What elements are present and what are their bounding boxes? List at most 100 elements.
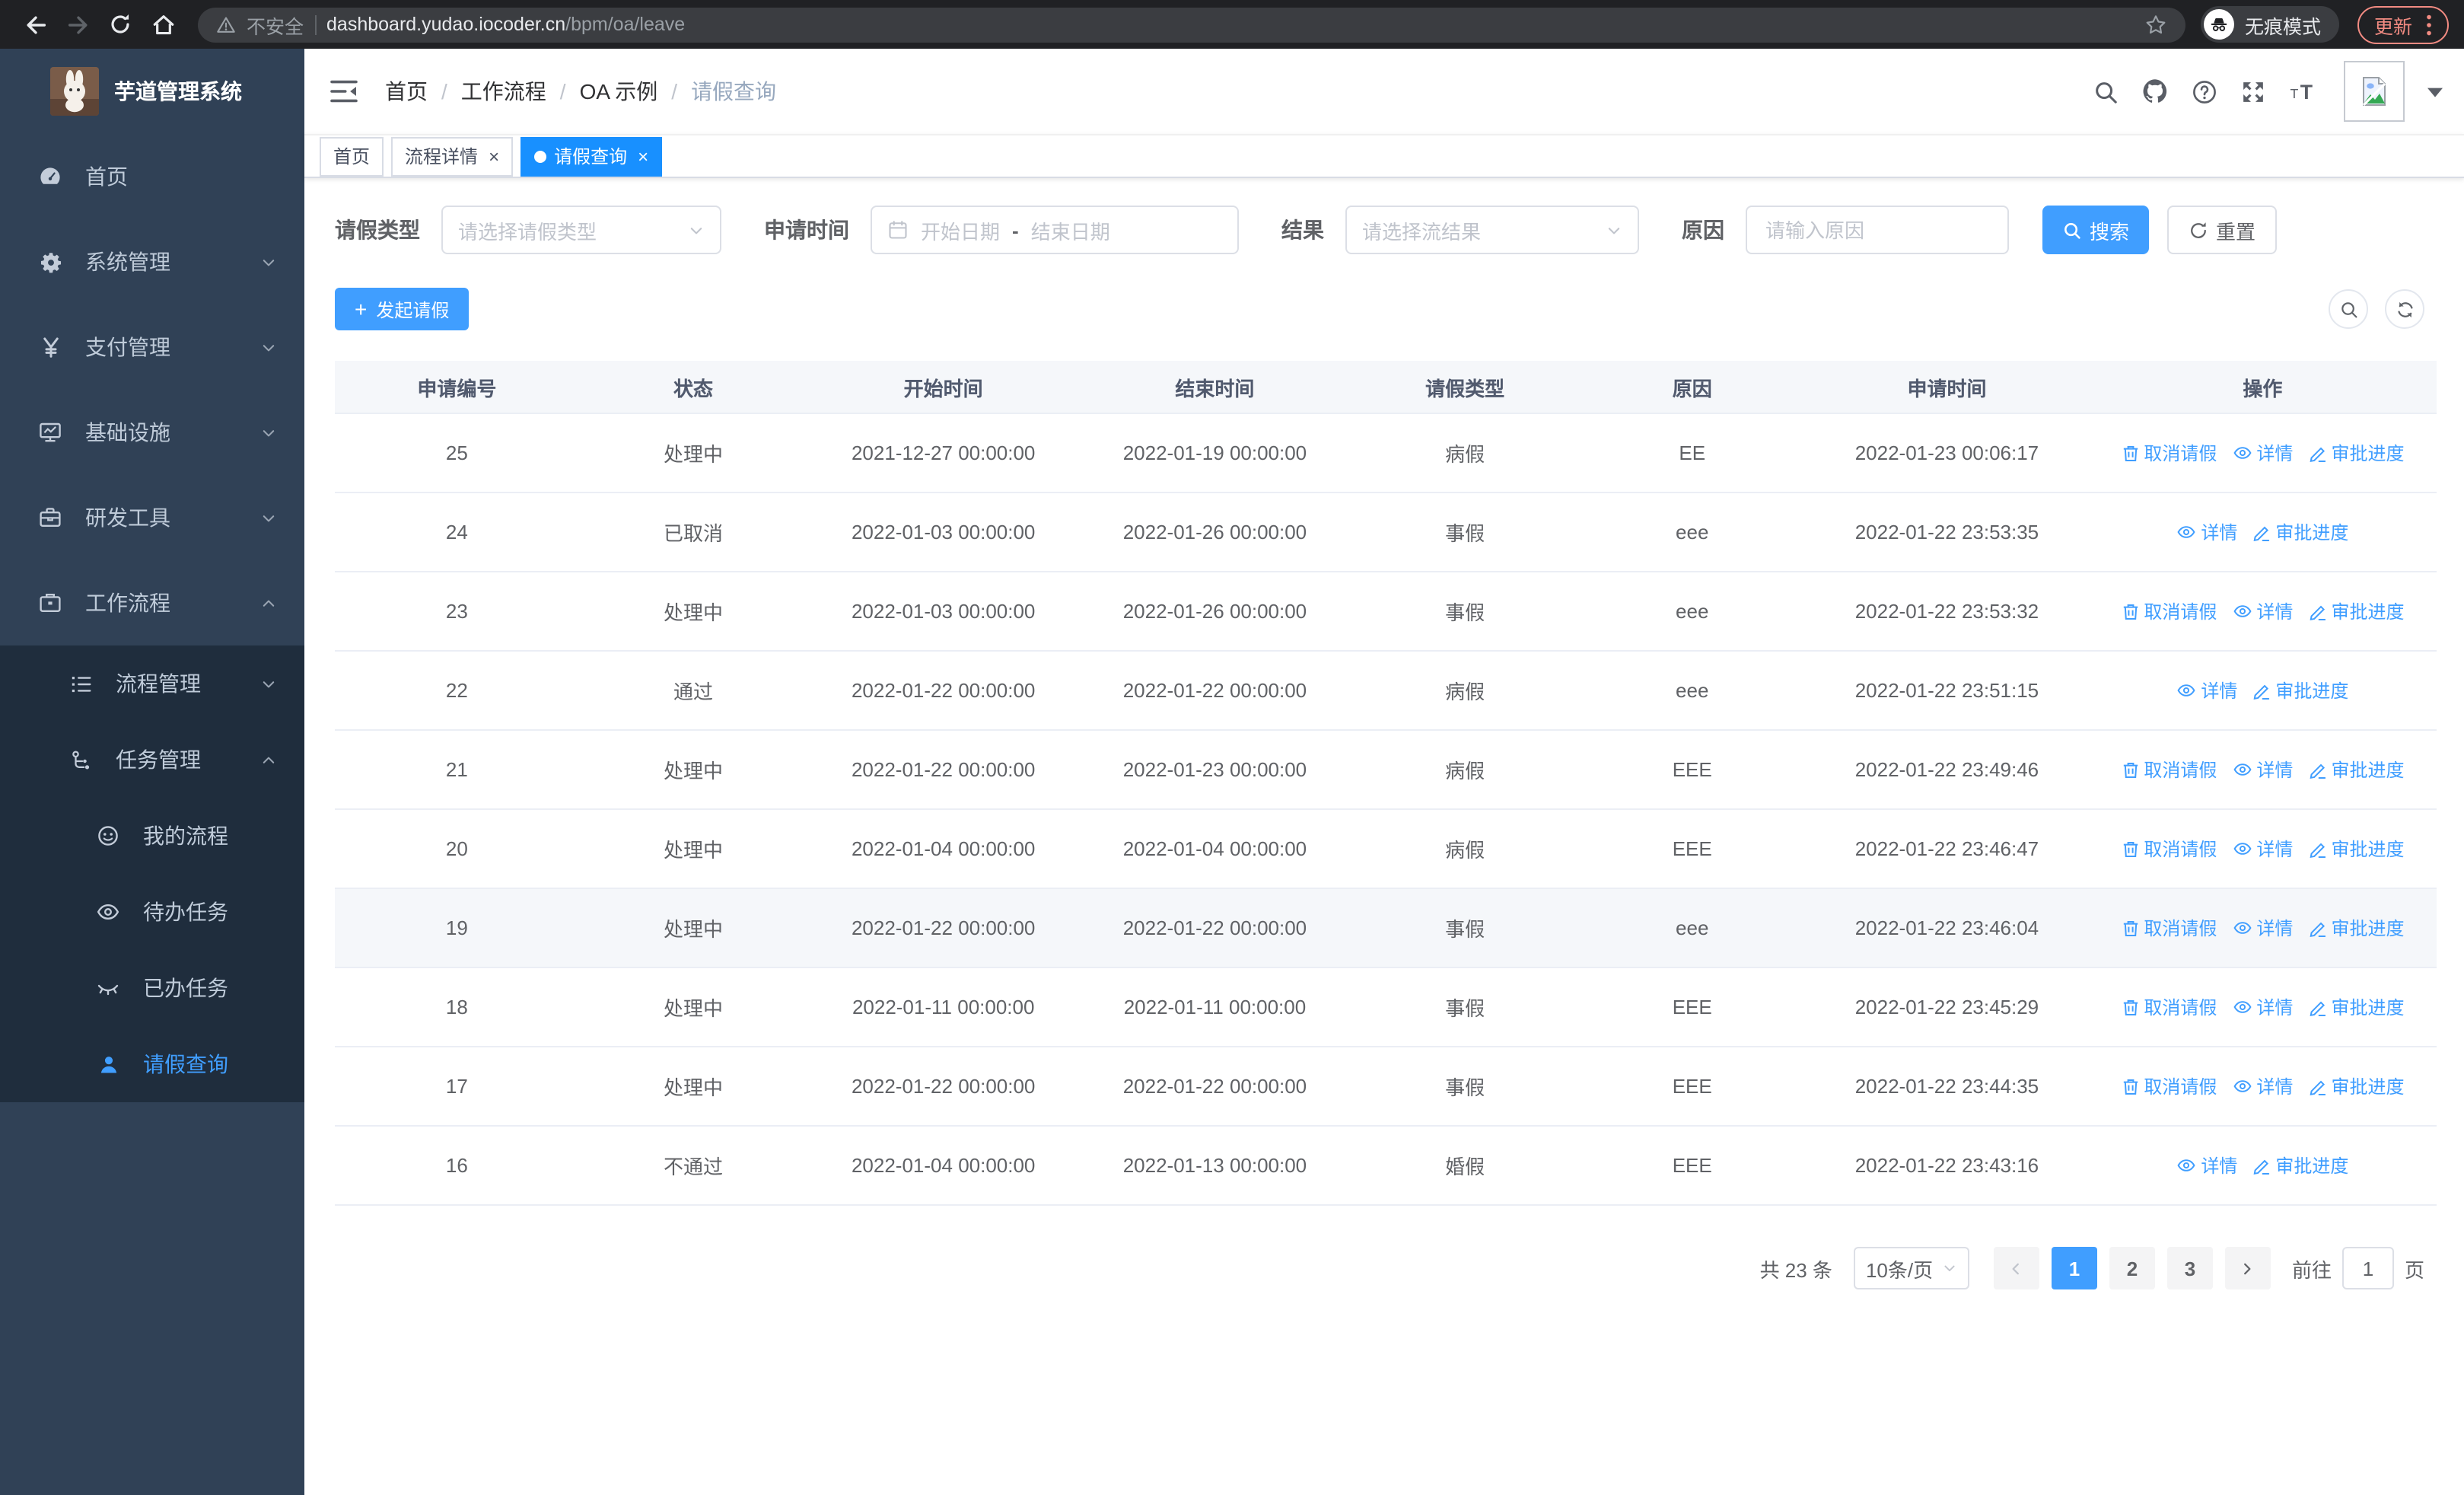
cell-status: 处理中 [578,1047,808,1127]
detail-link[interactable]: 详情 [2232,1073,2293,1098]
cancel-leave-link[interactable]: 取消请假 [2121,915,2217,941]
refresh-icon[interactable] [2385,289,2424,329]
address-bar[interactable]: 不安全 dashboard.yudao.iocoder.cn/bpm/oa/le… [198,7,2185,42]
detail-link[interactable]: 详情 [2232,439,2293,465]
page-size-select[interactable]: 10条/页 [1853,1247,1969,1289]
breadcrumb-workflow[interactable]: 工作流程 [461,76,546,107]
home-icon[interactable] [143,5,183,44]
detail-link[interactable]: 详情 [2176,518,2237,544]
logo-row[interactable]: 芋道管理系统 [0,49,304,134]
next-page-button[interactable] [2224,1247,2271,1289]
close-icon[interactable]: × [489,147,499,165]
page-button-2[interactable]: 2 [2109,1247,2155,1289]
detail-link[interactable]: 详情 [2176,1152,2237,1178]
sidebar-toggle-icon[interactable] [317,79,371,104]
prev-page-button[interactable] [1993,1247,2039,1289]
toggle-search-icon[interactable] [2329,289,2368,329]
create-leave-button[interactable]: + 发起请假 [335,288,470,330]
sidebar-item-我的流程[interactable]: 我的流程 [0,798,304,874]
approval-progress-link[interactable]: 审批进度 [2308,836,2404,862]
sidebar-item-首页[interactable]: 首页 [0,134,304,219]
monitor-icon [33,420,67,445]
cell-start-time: 2022-01-04 00:00:00 [807,809,1080,889]
cancel-leave-link[interactable]: 取消请假 [2121,440,2217,466]
edit-icon [2252,1156,2271,1175]
github-icon[interactable] [2141,78,2169,105]
sidebar-item-流程管理[interactable]: 流程管理 [0,645,304,722]
edit-icon [2308,760,2326,779]
forward-icon[interactable] [58,5,97,44]
back-icon[interactable] [15,5,55,44]
cancel-leave-link[interactable]: 取消请假 [2121,836,2217,862]
reason-input-box [1746,206,2009,254]
column-header: 状态 [578,361,808,414]
close-icon[interactable]: × [638,147,648,165]
cell-id: 17 [335,1047,579,1127]
cell-status: 不通过 [578,1126,808,1206]
tag-首页[interactable]: 首页 [320,136,384,176]
sidebar-item-请假查询[interactable]: 请假查询 [0,1026,304,1102]
sidebar-item-基础设施[interactable]: 基础设施 [0,390,304,475]
sidebar-item-label: 请假查询 [143,1052,228,1076]
approval-progress-link[interactable]: 审批进度 [2308,994,2404,1020]
avatar[interactable] [2344,61,2405,122]
sidebar-item-支付管理[interactable]: 支付管理 [0,304,304,390]
cell-apply-time: 2022-01-22 23:46:04 [1805,888,2089,968]
cancel-leave-link[interactable]: 取消请假 [2121,1073,2217,1099]
sidebar-item-待办任务[interactable]: 待办任务 [0,874,304,950]
leave-type-select[interactable]: 请选择请假类型 [441,206,721,254]
font-size-icon[interactable]: TT [2289,79,2321,104]
sidebar-item-已办任务[interactable]: 已办任务 [0,950,304,1026]
calendar-icon [887,219,909,241]
more-menu-icon[interactable] [2426,13,2432,36]
result-select[interactable]: 请选择流结果 [1345,206,1639,254]
date-range-picker[interactable]: 开始日期 - 结束日期 [871,206,1239,254]
breadcrumb-oa-example[interactable]: OA 示例 [580,76,658,107]
breadcrumb-home[interactable]: 首页 [385,76,428,107]
approval-progress-link[interactable]: 审批进度 [2252,519,2348,545]
reset-button[interactable]: 重置 [2167,206,2277,254]
sidebar-item-label: 任务管理 [116,748,201,772]
detail-link[interactable]: 详情 [2232,835,2293,861]
approval-progress-link[interactable]: 审批进度 [2252,1152,2348,1178]
detail-link[interactable]: 详情 [2232,598,2293,623]
search-icon[interactable] [2093,78,2119,104]
fullscreen-icon[interactable] [2240,78,2266,104]
sidebar-item-label: 系统管理 [85,250,170,274]
sidebar-item-label: 首页 [85,164,128,189]
detail-link[interactable]: 详情 [2232,914,2293,940]
sidebar-item-研发工具[interactable]: 研发工具 [0,475,304,560]
tag-请假查询[interactable]: 请假查询 × [520,136,663,176]
goto-page: 前往 页 [2292,1247,2424,1289]
search-button[interactable]: 搜索 [2042,206,2149,254]
cancel-leave-link[interactable]: 取消请假 [2121,757,2217,783]
help-icon[interactable] [2192,78,2217,104]
sidebar-item-系统管理[interactable]: 系统管理 [0,219,304,304]
detail-link[interactable]: 详情 [2232,993,2293,1019]
approval-progress-link[interactable]: 审批进度 [2252,677,2348,703]
reason-input[interactable] [1762,217,1992,243]
page-button-1[interactable]: 1 [2051,1247,2097,1289]
bookmark-star-icon[interactable] [2144,13,2167,36]
approval-progress-link[interactable]: 审批进度 [2308,915,2404,941]
user-icon [91,1053,125,1076]
update-button[interactable]: 更新 [2357,5,2449,43]
page-button-3[interactable]: 3 [2166,1247,2213,1289]
approval-progress-link[interactable]: 审批进度 [2308,757,2404,783]
cell-start-time: 2022-01-04 00:00:00 [807,1126,1080,1206]
sidebar-item-任务管理[interactable]: 任务管理 [0,722,304,798]
cell-apply-time: 2022-01-22 23:46:47 [1805,809,2089,889]
approval-progress-link[interactable]: 审批进度 [2308,598,2404,624]
reload-icon[interactable] [100,5,140,44]
approval-progress-link[interactable]: 审批进度 [2308,440,2404,466]
goto-page-input[interactable] [2341,1247,2394,1289]
cancel-leave-link[interactable]: 取消请假 [2121,994,2217,1020]
filter-apply-time: 申请时间 开始日期 - 结束日期 [764,206,1239,254]
tag-流程详情[interactable]: 流程详情 × [391,136,514,176]
cancel-leave-link[interactable]: 取消请假 [2121,598,2217,624]
caret-down-icon[interactable] [2427,86,2443,97]
detail-link[interactable]: 详情 [2232,756,2293,782]
sidebar-item-工作流程[interactable]: 工作流程 [0,560,304,645]
detail-link[interactable]: 详情 [2176,677,2237,703]
approval-progress-link[interactable]: 审批进度 [2308,1073,2404,1099]
